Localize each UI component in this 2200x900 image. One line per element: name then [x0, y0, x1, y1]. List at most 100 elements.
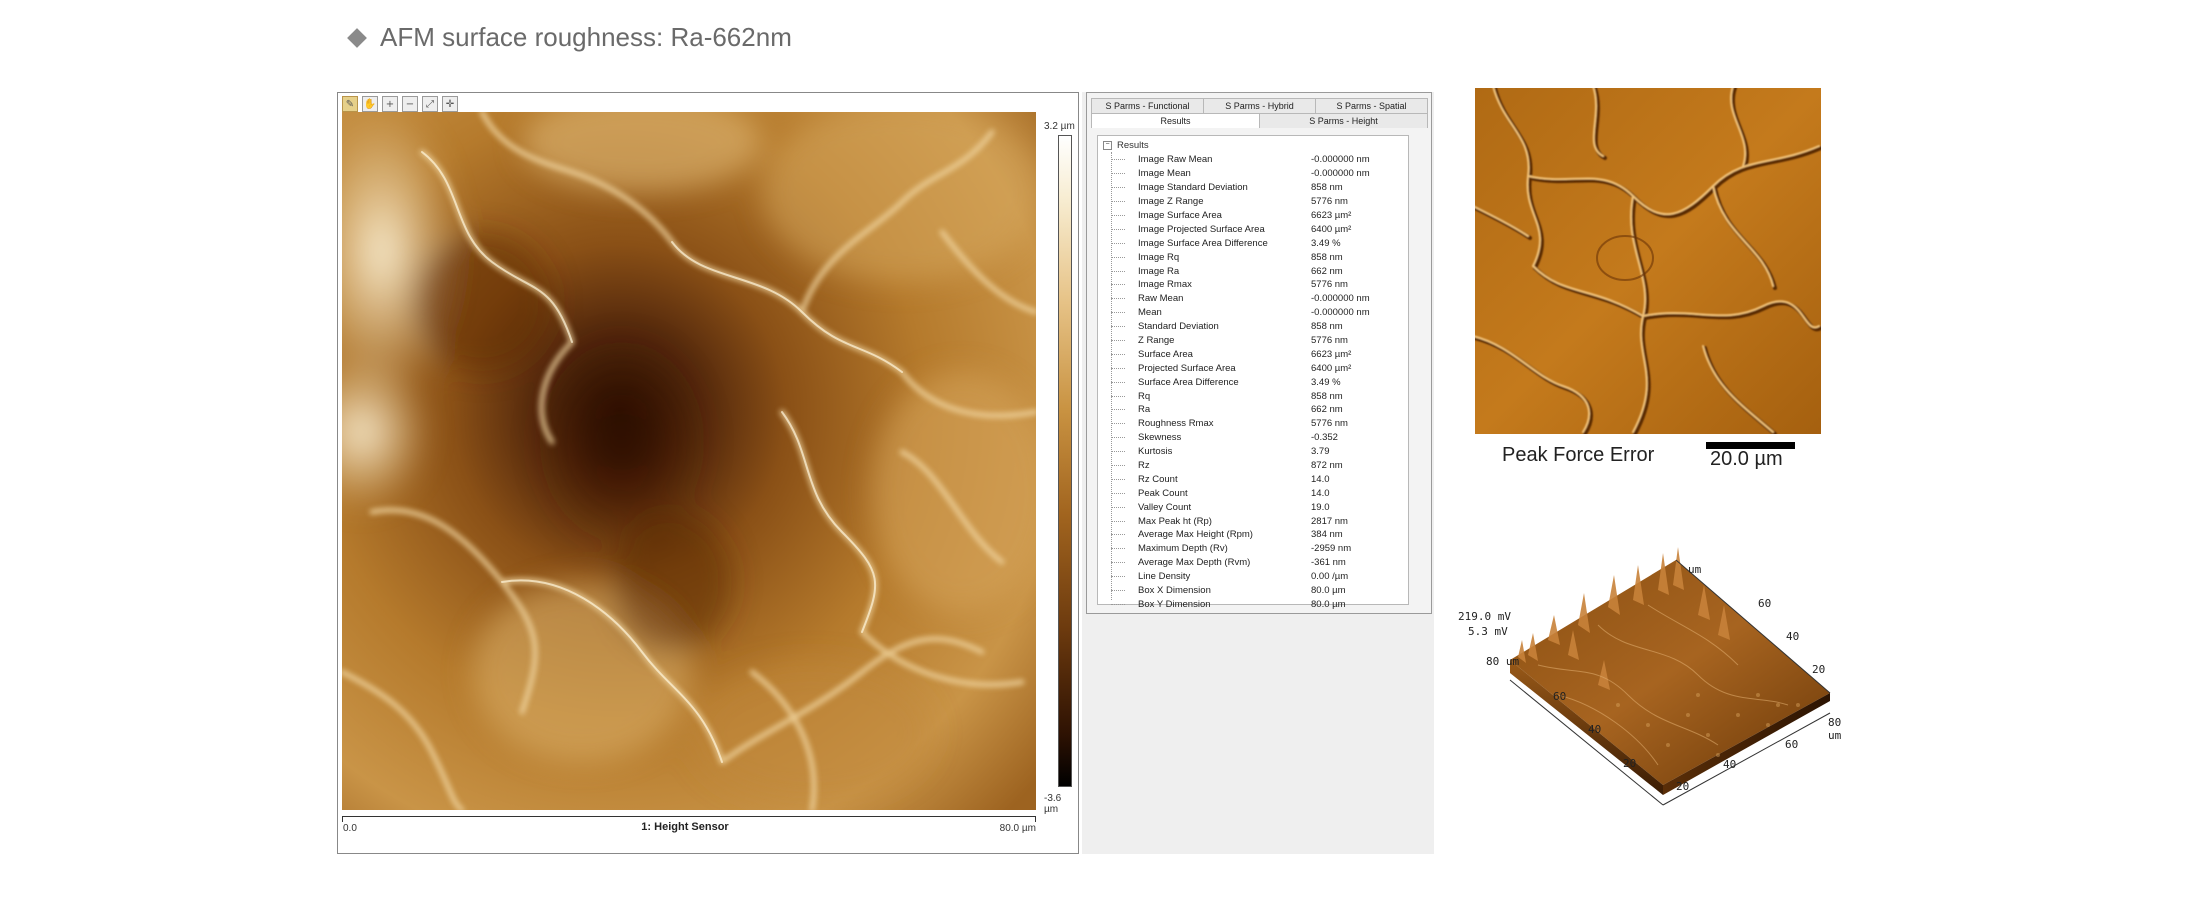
- colorbar-max-label: 3.2 µm: [1044, 121, 1075, 132]
- result-label: Raw Mean: [1138, 293, 1184, 305]
- result-row[interactable]: Rz 872 nm: [1111, 459, 1406, 473]
- results-window: S Parms - Functional S Parms - Hybrid S …: [1082, 92, 1434, 854]
- result-value: -0.000000 nm: [1311, 154, 1370, 166]
- result-row[interactable]: Image Surface Area Difference 3.49 %: [1111, 236, 1406, 250]
- tree-branch-line: [1111, 256, 1125, 258]
- result-value: 80.0 µm: [1311, 598, 1346, 610]
- result-value: 858 nm: [1311, 182, 1343, 194]
- result-row[interactable]: Image Rmax 5776 nm: [1111, 278, 1406, 292]
- result-row[interactable]: Raw Mean -0.000000 nm: [1111, 292, 1406, 306]
- result-label: Ra: [1138, 404, 1151, 416]
- tab-results[interactable]: Results: [1091, 113, 1260, 128]
- result-value: 14.0: [1311, 487, 1330, 499]
- front-axis-tick-40: 40: [1723, 758, 1737, 771]
- result-row[interactable]: Valley Count 19.0: [1111, 500, 1406, 514]
- result-row[interactable]: Rq 858 nm: [1111, 389, 1406, 403]
- tree-branch-line: [1111, 534, 1125, 536]
- diamond-bullet-icon: [347, 27, 367, 48]
- result-row[interactable]: Image Surface Area 6623 µm²: [1111, 209, 1406, 223]
- result-value: 80.0 µm: [1311, 585, 1346, 597]
- result-value: 3.79: [1311, 446, 1330, 458]
- result-row[interactable]: Box Y Dimension 80.0 µm: [1111, 598, 1406, 612]
- pencil-icon[interactable]: ✎: [342, 96, 358, 112]
- tab-s-parms-hybrid[interactable]: S Parms - Hybrid: [1203, 98, 1316, 113]
- tree-branch-line: [1111, 173, 1125, 175]
- result-row[interactable]: Peak Count 14.0: [1111, 486, 1406, 500]
- tree-branch-line: [1111, 312, 1125, 314]
- tree-root-label: Results: [1117, 140, 1149, 151]
- result-label: Image Z Range: [1138, 196, 1204, 208]
- result-label: Image Rmax: [1138, 279, 1192, 291]
- x-scale-tick-end: [1035, 816, 1036, 822]
- tree-branch-line: [1111, 367, 1125, 369]
- tree-branch-line: [1111, 187, 1125, 189]
- surface-3d-plot: 219.0 mV 5.3 mV um 60 40 20 80 um 60 40 …: [1458, 545, 1850, 810]
- result-value: 384 nm: [1311, 529, 1343, 541]
- result-row[interactable]: Average Max Depth (Rvm) -361 nm: [1111, 556, 1406, 570]
- tree-branch-line: [1111, 548, 1125, 550]
- result-value: 19.0: [1311, 501, 1330, 513]
- result-value: 858 nm: [1311, 390, 1343, 402]
- result-value: 5776 nm: [1311, 418, 1348, 430]
- result-row[interactable]: Z Range 5776 nm: [1111, 334, 1406, 348]
- result-row[interactable]: Max Peak ht (Rp) 2817 nm: [1111, 514, 1406, 528]
- tree-branch-line: [1111, 381, 1125, 383]
- collapse-icon[interactable]: −: [1103, 141, 1112, 150]
- result-label: Average Max Depth (Rvm): [1138, 557, 1251, 569]
- result-label: Rz Count: [1138, 473, 1178, 485]
- tab-s-parms-functional[interactable]: S Parms - Functional: [1091, 98, 1204, 113]
- result-row[interactable]: Box X Dimension 80.0 µm: [1111, 584, 1406, 598]
- result-row[interactable]: Surface Area Difference 3.49 %: [1111, 375, 1406, 389]
- results-panel: S Parms - Functional S Parms - Hybrid S …: [1086, 92, 1432, 614]
- result-row[interactable]: Image Raw Mean -0.000000 nm: [1111, 153, 1406, 167]
- result-row[interactable]: Ra 662 nm: [1111, 403, 1406, 417]
- result-value: -361 nm: [1311, 557, 1346, 569]
- slide-title-text: AFM surface roughness: Ra-662nm: [380, 22, 792, 52]
- tree-branch-line: [1111, 520, 1125, 522]
- result-label: Rz: [1138, 460, 1150, 472]
- result-label: Line Density: [1138, 571, 1191, 583]
- tree-branch-line: [1111, 201, 1125, 203]
- z-min-label: 5.3 mV: [1468, 625, 1508, 638]
- results-tree: − Results Image Raw Mean -0.000000 nm Imag…: [1097, 135, 1409, 610]
- result-value: 6400 µm²: [1311, 223, 1352, 235]
- result-value: 0.00 /µm: [1311, 571, 1349, 583]
- tree-root[interactable]: − Results: [1103, 140, 1149, 151]
- result-label: Valley Count: [1138, 501, 1192, 513]
- tree-branch-line: [1111, 228, 1125, 230]
- tab-s-parms-height[interactable]: S Parms - Height: [1259, 113, 1428, 128]
- result-row[interactable]: Image Ra 662 nm: [1111, 264, 1406, 278]
- tab-row-1: S Parms - Functional S Parms - Hybrid S …: [1091, 98, 1428, 113]
- result-label: Box Y Dimension: [1138, 598, 1211, 610]
- result-row[interactable]: Image Mean -0.000000 nm: [1111, 167, 1406, 181]
- zoom-out-icon[interactable]: −: [402, 96, 418, 112]
- result-row[interactable]: Mean -0.000000 nm: [1111, 306, 1406, 320]
- result-row[interactable]: Image Z Range 5776 nm: [1111, 195, 1406, 209]
- result-label: Image Surface Area Difference: [1138, 237, 1268, 249]
- zoom-in-icon[interactable]: +: [382, 96, 398, 112]
- height-sensor-image[interactable]: [342, 112, 1036, 810]
- result-row[interactable]: Skewness -0.352: [1111, 431, 1406, 445]
- result-row[interactable]: Surface Area 6623 µm²: [1111, 347, 1406, 361]
- zoom-reset-icon[interactable]: ⤢: [422, 96, 438, 112]
- result-row[interactable]: Image Projected Surface Area 6400 µm²: [1111, 222, 1406, 236]
- tab-s-parms-spatial[interactable]: S Parms - Spatial: [1315, 98, 1428, 113]
- result-row[interactable]: Roughness Rmax 5776 nm: [1111, 417, 1406, 431]
- image-caption: 1: Height Sensor: [641, 821, 729, 833]
- result-row[interactable]: Image Standard Deviation 858 nm: [1111, 181, 1406, 195]
- result-row[interactable]: Image Rq 858 nm: [1111, 250, 1406, 264]
- result-row[interactable]: Maximum Depth (Rv) -2959 nm: [1111, 542, 1406, 556]
- x-scale-end-label: 80.0 µm: [999, 823, 1036, 834]
- result-row[interactable]: Standard Deviation 858 nm: [1111, 320, 1406, 334]
- result-label: Standard Deviation: [1138, 321, 1219, 333]
- hand-icon[interactable]: ✋: [362, 96, 378, 112]
- result-row[interactable]: Average Max Height (Rpm) 384 nm: [1111, 528, 1406, 542]
- result-label: Peak Count: [1138, 487, 1188, 499]
- result-row[interactable]: Rz Count 14.0: [1111, 472, 1406, 486]
- tree-branch-line: [1111, 465, 1125, 467]
- result-row[interactable]: Projected Surface Area 6400 µm²: [1111, 361, 1406, 375]
- result-row[interactable]: Line Density 0.00 /µm: [1111, 570, 1406, 584]
- result-row[interactable]: Kurtosis 3.79: [1111, 445, 1406, 459]
- result-label: Image Projected Surface Area: [1138, 223, 1265, 235]
- crosshair-icon[interactable]: ✛: [442, 96, 458, 112]
